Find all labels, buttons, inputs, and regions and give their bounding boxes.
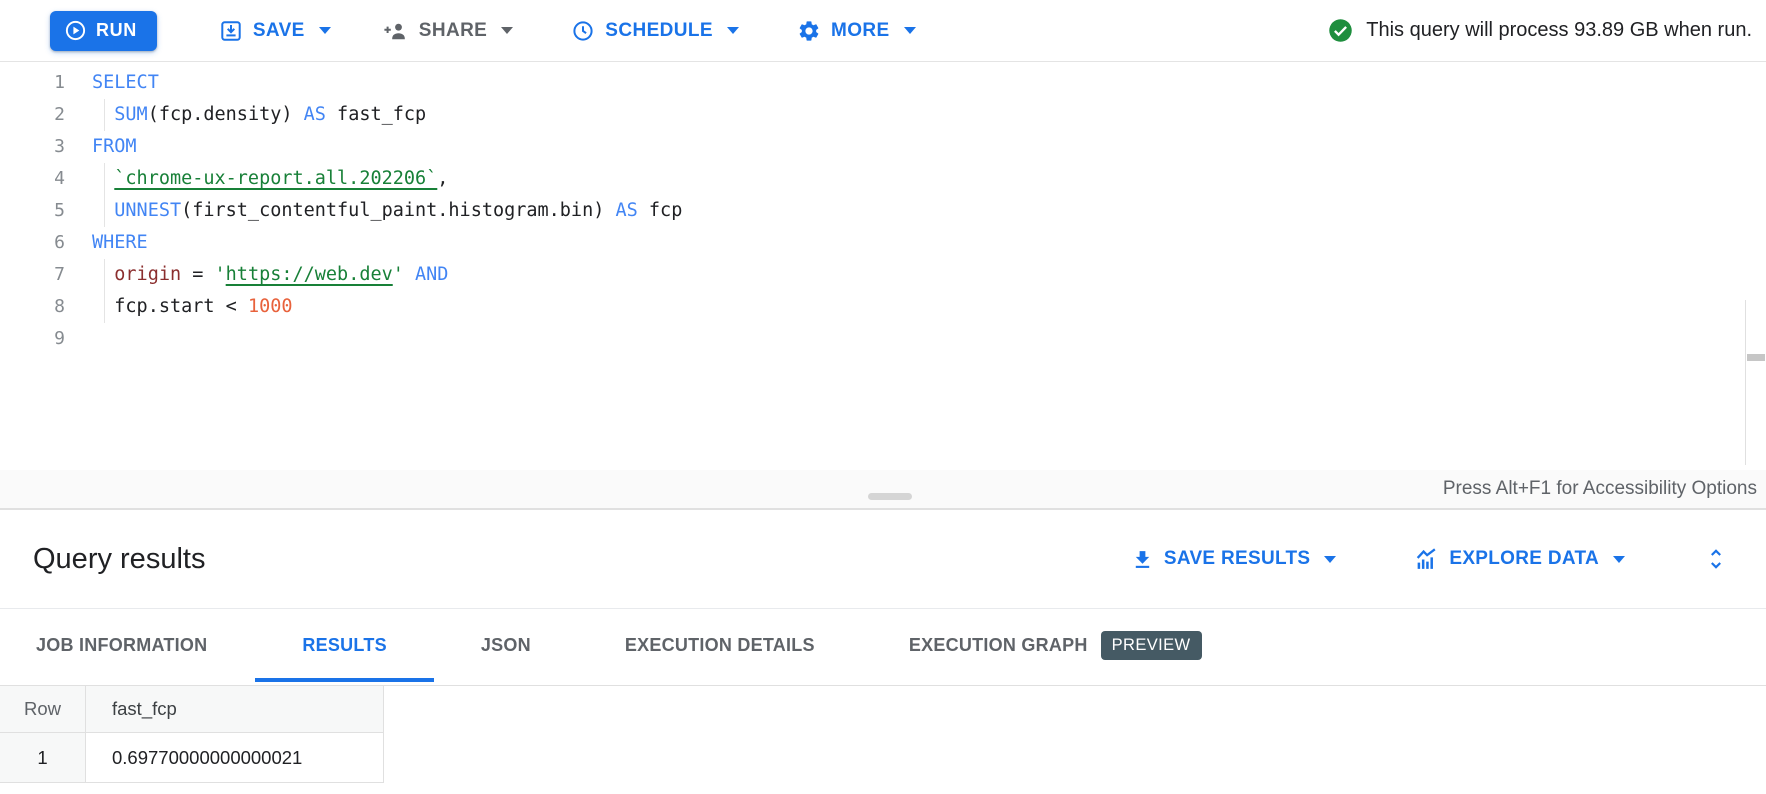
page-title: Query results: [33, 543, 205, 576]
editor-scrollbar-thumb[interactable]: [1747, 354, 1765, 361]
tab-job-information[interactable]: JOB INFORMATION: [0, 609, 255, 682]
gear-icon: [797, 19, 821, 43]
play-circle-icon: [64, 19, 87, 42]
line-number: 5: [0, 195, 65, 227]
sql-editor[interactable]: 1SELECT2 SUM(fcp.density) AS fast_fcp3FR…: [0, 62, 1766, 470]
explore-data-label: EXPLORE DATA: [1449, 548, 1599, 570]
run-button-label: RUN: [96, 20, 137, 41]
schedule-button[interactable]: SCHEDULE: [571, 19, 739, 43]
tab-execution-details[interactable]: EXECUTION DETAILS: [578, 609, 862, 682]
query-toolbar: RUN SAVE SHARE: [0, 0, 1766, 62]
dropdown-caret-icon: [1324, 556, 1336, 563]
results-actions: SAVE RESULTS EXPLORE DATA: [1131, 546, 1729, 572]
dropdown-caret-icon: [319, 27, 331, 34]
save-button-label: SAVE: [253, 20, 305, 42]
save-results-label: SAVE RESULTS: [1164, 548, 1310, 570]
share-button[interactable]: SHARE: [383, 19, 514, 43]
dropdown-caret-icon: [1613, 556, 1625, 563]
unfold-more-icon: [1703, 546, 1729, 572]
editor-scrollbar-track: [1745, 300, 1746, 465]
editor-status-strip: Press Alt+F1 for Accessibility Options: [0, 470, 1766, 510]
tab-label: RESULTS: [302, 635, 386, 656]
share-button-label: SHARE: [419, 20, 488, 42]
chart-icon: [1414, 547, 1439, 572]
code-line-1[interactable]: 1SELECT: [0, 67, 1766, 99]
column-header-fast-fcp: fast_fcp: [86, 686, 384, 733]
line-number: 9: [0, 323, 65, 355]
code-text: `chrome-ux-report.all.202206`,: [65, 163, 448, 195]
code-line-2[interactable]: 2 SUM(fcp.density) AS fast_fcp: [0, 99, 1766, 131]
code-text: FROM: [65, 131, 137, 163]
save-icon: [219, 19, 243, 43]
query-results-header: Query results SAVE RESULTS EXPLORE DATA: [0, 510, 1766, 608]
column-header-row: Row: [0, 686, 86, 733]
tab-label: EXECUTION GRAPH: [909, 635, 1088, 656]
row-number-cell: 1: [0, 733, 86, 783]
accessibility-hint: Press Alt+F1 for Accessibility Options: [1443, 478, 1757, 500]
save-button[interactable]: SAVE: [219, 19, 331, 43]
code-text: UNNEST(first_contentful_paint.histogram.…: [65, 195, 682, 227]
dropdown-caret-icon: [727, 27, 739, 34]
tab-execution-graph[interactable]: EXECUTION GRAPH PREVIEW: [862, 609, 1249, 682]
line-number: 7: [0, 259, 65, 291]
download-icon: [1131, 548, 1154, 571]
code-line-3[interactable]: 3FROM: [0, 131, 1766, 163]
tab-label: JOB INFORMATION: [36, 635, 207, 656]
person-add-icon: [383, 19, 409, 43]
line-number: 8: [0, 291, 65, 323]
code-line-8[interactable]: 8 fcp.start < 1000: [0, 291, 1766, 323]
explore-data-button[interactable]: EXPLORE DATA: [1414, 547, 1625, 572]
status-message: This query will process 93.89 GB when ru…: [1366, 19, 1752, 42]
code-line-9[interactable]: 9: [0, 323, 1766, 355]
collapse-panel-button[interactable]: [1703, 546, 1729, 572]
panel-resize-handle[interactable]: [868, 493, 912, 500]
fast-fcp-value-cell: 0.69770000000000021: [86, 733, 384, 783]
code-text: SUM(fcp.density) AS fast_fcp: [65, 99, 426, 131]
code-line-7[interactable]: 7 origin = 'https://web.dev' AND: [0, 259, 1766, 291]
code-text: fcp.start < 1000: [65, 291, 293, 323]
code-text: SELECT: [65, 67, 159, 99]
query-validation-status: This query will process 93.89 GB when ru…: [1327, 17, 1756, 44]
results-tabs: JOB INFORMATION RESULTS JSON EXECUTION D…: [0, 608, 1766, 682]
dropdown-caret-icon: [904, 27, 916, 34]
schedule-button-label: SCHEDULE: [605, 20, 713, 42]
code-line-4[interactable]: 4 `chrome-ux-report.all.202206`,: [0, 163, 1766, 195]
line-number: 6: [0, 227, 65, 259]
save-results-button[interactable]: SAVE RESULTS: [1131, 548, 1336, 571]
line-number: 4: [0, 163, 65, 195]
preview-badge: PREVIEW: [1101, 631, 1202, 660]
code-lines: 1SELECT2 SUM(fcp.density) AS fast_fcp3FR…: [0, 67, 1766, 355]
code-line-6[interactable]: 6WHERE: [0, 227, 1766, 259]
line-number: 1: [0, 67, 65, 99]
tab-results[interactable]: RESULTS: [255, 609, 433, 682]
table-header-row: Row fast_fcp: [0, 686, 1766, 733]
line-number: 3: [0, 131, 65, 163]
check-circle-icon: [1327, 17, 1354, 44]
run-button[interactable]: RUN: [50, 11, 157, 51]
tab-label: JSON: [481, 635, 531, 656]
table-row[interactable]: 1 0.69770000000000021: [0, 733, 1766, 783]
code-text: WHERE: [65, 227, 148, 259]
tab-label: EXECUTION DETAILS: [625, 635, 815, 656]
results-table: Row fast_fcp 1 0.69770000000000021: [0, 685, 1766, 783]
code-text: [65, 323, 92, 355]
tab-json[interactable]: JSON: [434, 609, 578, 682]
code-line-5[interactable]: 5 UNNEST(first_contentful_paint.histogra…: [0, 195, 1766, 227]
code-text: origin = 'https://web.dev' AND: [65, 259, 448, 291]
more-button[interactable]: MORE: [797, 19, 916, 43]
clock-icon: [571, 19, 595, 43]
more-button-label: MORE: [831, 20, 890, 42]
dropdown-caret-icon: [501, 27, 513, 34]
line-number: 2: [0, 99, 65, 131]
